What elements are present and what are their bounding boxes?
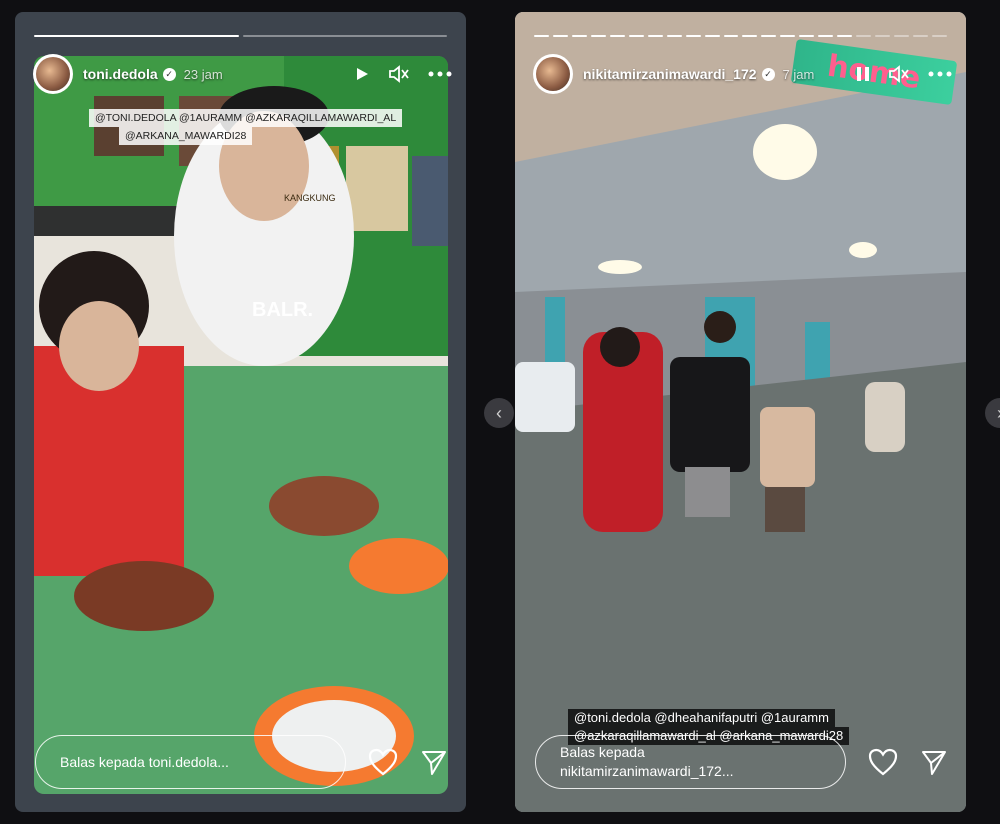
restaurant-scene-image: BALR. KANGKUNG <box>34 56 448 794</box>
more-options-icon[interactable] <box>428 71 452 77</box>
username[interactable]: nikitamirzanimawardi_172 <box>583 66 757 82</box>
story-footer: Balas kepada toni.dedola... <box>35 734 448 790</box>
mention-tag[interactable]: @ARKANA_MAWARDI28 <box>119 127 253 145</box>
more-options-icon[interactable] <box>928 71 952 77</box>
story-progress-bar <box>534 35 947 37</box>
send-icon[interactable] <box>920 748 948 776</box>
parking-garage-scene-image <box>515 12 966 812</box>
story-time: 7 jam <box>782 66 815 82</box>
reply-input[interactable]: Balas kepada toni.dedola... <box>35 735 346 789</box>
story-progress-bar <box>34 35 447 37</box>
story-photo-restaurant: BALR. KANGKUNG <box>34 56 448 794</box>
play-icon[interactable] <box>354 66 370 82</box>
previous-story-button[interactable]: ‹ <box>484 398 514 428</box>
mention-tag[interactable]: @TONI.DEDOLA @1AURAMM @AZKARAQILLAMAWARD… <box>89 109 403 127</box>
username[interactable]: toni.dedola <box>83 66 158 82</box>
verified-badge-icon: ✓ <box>162 67 176 81</box>
reply-placeholder-line2: nikitamirzanimawardi_172... <box>560 763 734 779</box>
send-icon[interactable] <box>420 748 448 776</box>
story-photo-parking <box>515 12 966 812</box>
pause-icon[interactable] <box>856 66 870 82</box>
user-avatar[interactable] <box>33 54 73 94</box>
heart-icon[interactable] <box>368 748 398 776</box>
next-story-button[interactable]: › <box>985 398 1000 428</box>
story-card-left[interactable]: BALR. KANGKUNG toni.dedola ✓ 23 jam @TON… <box>15 12 466 812</box>
poster-sign-text: KANGKUNG <box>284 193 336 203</box>
mention-tags[interactable]: @TONI.DEDOLA @1AURAMM @AZKARAQILLAMAWARD… <box>89 109 403 145</box>
story-time: 23 jam <box>183 66 223 82</box>
user-avatar[interactable] <box>533 54 573 94</box>
heart-icon[interactable] <box>868 748 898 776</box>
story-footer: Balas kepada nikitamirzanimawardi_172... <box>535 734 948 790</box>
verified-badge-icon: ✓ <box>761 67 775 81</box>
muted-speaker-icon[interactable] <box>888 65 910 83</box>
reply-placeholder-line1: Balas kepada <box>560 744 645 760</box>
story-header: nikitamirzanimawardi_172 ✓ 7 jam <box>533 54 952 94</box>
mention-tag[interactable]: @toni.dedola @dheahanifaputri @1auramm <box>568 709 835 727</box>
reply-input[interactable]: Balas kepada nikitamirzanimawardi_172... <box>535 735 846 789</box>
cap-logo-text: BALR. <box>252 299 313 321</box>
story-card-right[interactable]: home nikitamirzanimawardi_172 ✓ 7 jam @t… <box>515 12 966 812</box>
muted-speaker-icon[interactable] <box>388 65 410 83</box>
story-header: toni.dedola ✓ 23 jam <box>33 54 452 94</box>
